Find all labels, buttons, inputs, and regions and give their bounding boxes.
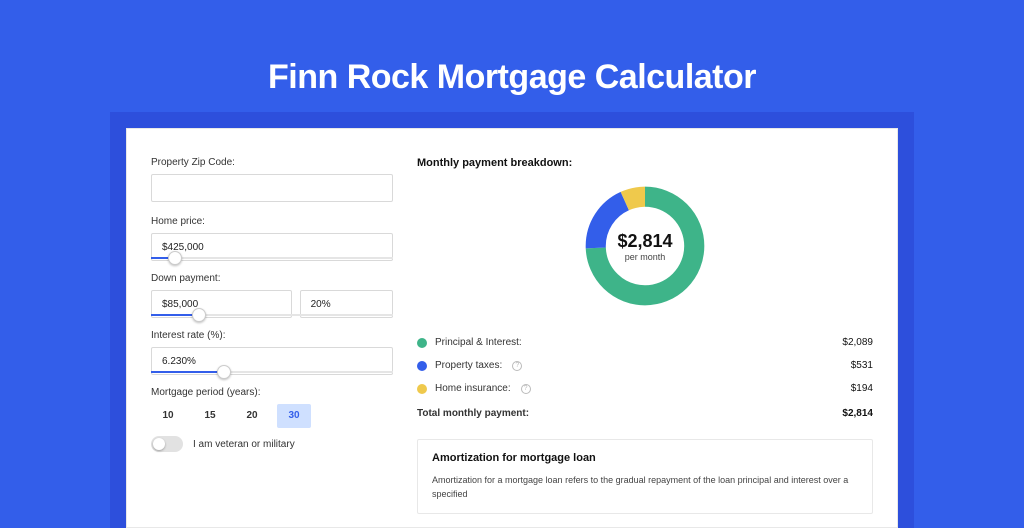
slider-thumb[interactable] — [192, 308, 206, 322]
donut-chart: $2,814 per month — [580, 181, 710, 311]
legend-label: Principal & Interest: — [435, 337, 522, 348]
info-icon[interactable]: ? — [512, 361, 522, 371]
interest-rate-slider[interactable] — [151, 371, 393, 373]
legend-dot — [417, 338, 427, 348]
interest-rate-label: Interest rate (%): — [151, 330, 393, 341]
amortization-card: Amortization for mortgage loan Amortizat… — [417, 439, 873, 514]
zip-label: Property Zip Code: — [151, 157, 393, 168]
total-row: Total monthly payment: $2,814 — [417, 400, 873, 425]
amortization-title: Amortization for mortgage loan — [432, 452, 858, 464]
period-btn-10[interactable]: 10 — [151, 404, 185, 428]
home-price-label: Home price: — [151, 216, 393, 227]
calculator-card: Property Zip Code: Home price: Down paym… — [126, 128, 898, 528]
zip-input[interactable] — [151, 174, 393, 202]
inputs-panel: Property Zip Code: Home price: Down paym… — [127, 129, 417, 527]
total-label: Total monthly payment: — [417, 408, 529, 419]
amortization-text: Amortization for a mortgage loan refers … — [432, 474, 858, 501]
down-payment-label: Down payment: — [151, 273, 393, 284]
total-value: $2,814 — [842, 408, 873, 419]
legend-value: $531 — [851, 360, 873, 371]
breakdown-panel: Monthly payment breakdown: $2,814 per mo… — [417, 129, 897, 527]
period-btn-30[interactable]: 30 — [277, 404, 311, 428]
donut-sub: per month — [625, 252, 666, 262]
legend-dot — [417, 361, 427, 371]
legend-value: $194 — [851, 383, 873, 394]
mortgage-period-group: 10 15 20 30 — [151, 404, 393, 428]
down-payment-slider[interactable] — [151, 314, 393, 316]
legend-row-pi: Principal & Interest: $2,089 — [417, 331, 873, 354]
period-btn-15[interactable]: 15 — [193, 404, 227, 428]
zip-field: Property Zip Code: — [151, 157, 393, 202]
breakdown-title: Monthly payment breakdown: — [417, 157, 873, 169]
slider-thumb[interactable] — [168, 251, 182, 265]
legend-row-tax: Property taxes:? $531 — [417, 354, 873, 377]
legend-row-ins: Home insurance:? $194 — [417, 377, 873, 400]
veteran-label: I am veteran or military — [193, 439, 295, 450]
donut-amount: $2,814 — [617, 231, 672, 252]
legend-dot — [417, 384, 427, 394]
legend-value: $2,089 — [842, 337, 873, 348]
page-title: Finn Rock Mortgage Calculator — [0, 0, 1024, 97]
legend-label: Property taxes: — [435, 360, 502, 371]
home-price-slider[interactable] — [151, 257, 393, 259]
legend: Principal & Interest: $2,089 Property taxe… — [417, 331, 873, 400]
mortgage-period-label: Mortgage period (years): — [151, 387, 393, 398]
info-icon[interactable]: ? — [521, 384, 531, 394]
legend-label: Home insurance: — [435, 383, 511, 394]
veteran-toggle[interactable] — [151, 436, 183, 452]
period-btn-20[interactable]: 20 — [235, 404, 269, 428]
slider-thumb[interactable] — [217, 365, 231, 379]
